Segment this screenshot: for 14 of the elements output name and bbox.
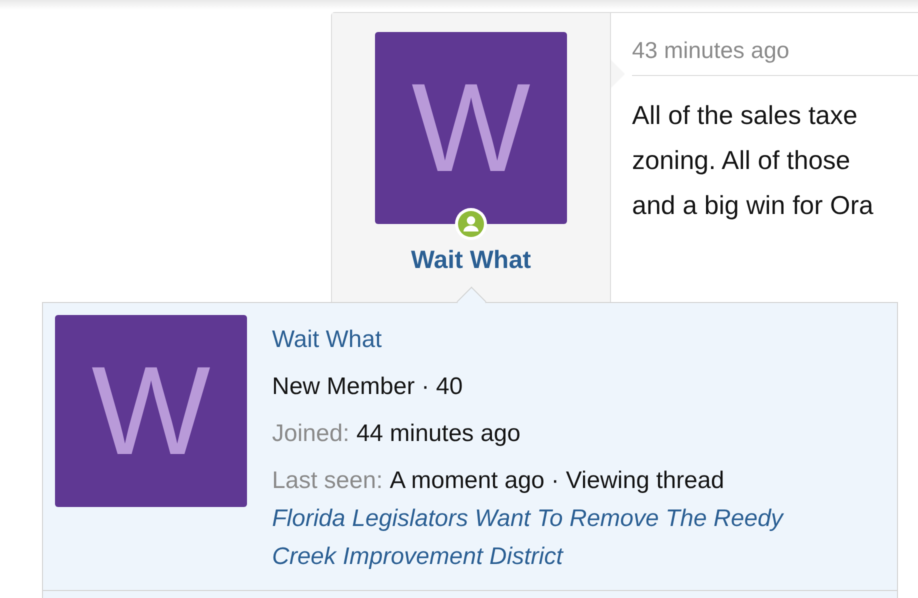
post-text-line: and a big win for Ora	[632, 189, 874, 222]
joined-value: 44 minutes ago	[356, 420, 520, 447]
post-text-line: All of the sales taxe	[632, 99, 858, 132]
username-link[interactable]: Wait What	[272, 325, 852, 355]
last-seen-value: A moment ago · Viewing thread	[390, 467, 724, 494]
post-time[interactable]: 43 minutes ago	[632, 37, 918, 67]
post-text-line: zoning. All of those	[632, 144, 852, 177]
joined-label: Joined:	[272, 420, 350, 447]
member-title: New Member · 40	[272, 372, 464, 402]
avatar[interactable]: W	[55, 315, 247, 507]
avatar[interactable]: W	[375, 32, 567, 224]
last-seen-label: Last seen:	[272, 467, 383, 494]
username-link[interactable]: Wait What	[411, 246, 531, 275]
thread-link[interactable]: Florida Legislators Want To Remove The Reedy Creek Improvement District	[272, 500, 852, 576]
